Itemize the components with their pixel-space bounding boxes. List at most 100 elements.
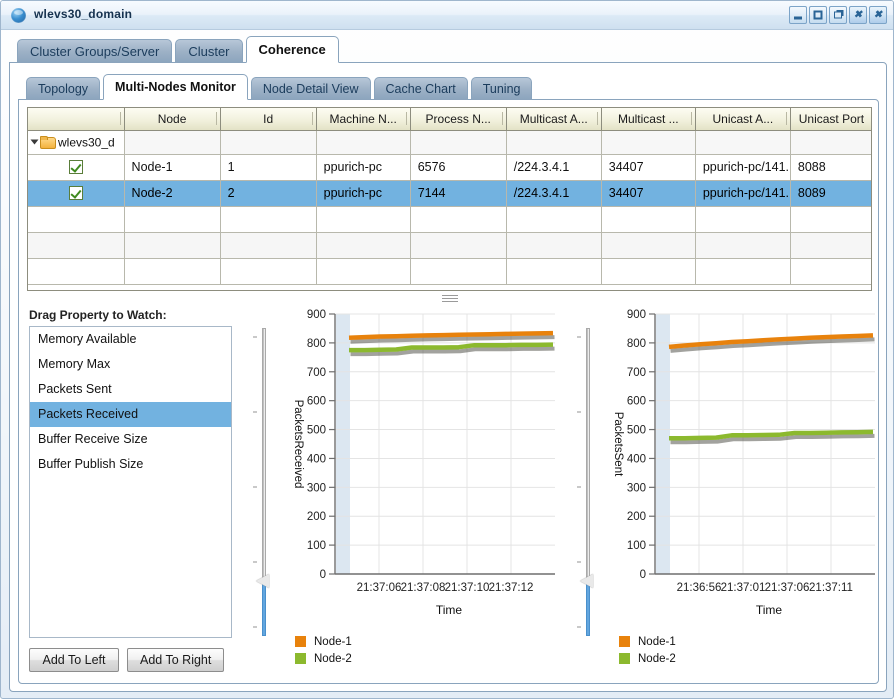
table-cell [410, 130, 507, 155]
tab-cache-chart[interactable]: Cache Chart [373, 77, 468, 100]
horizontal-splitter[interactable] [27, 293, 872, 304]
slider-fill [586, 580, 590, 636]
table-header-id[interactable]: Id [220, 108, 317, 131]
tab-coherence[interactable]: Coherence [245, 36, 339, 63]
property-item-buffer-publish-size[interactable]: Buffer Publish Size [30, 452, 231, 477]
y-tick-label: 800 [307, 338, 326, 350]
table-header-select[interactable] [28, 108, 125, 131]
column-divider[interactable] [785, 112, 787, 125]
table-cell [695, 130, 791, 155]
tab-tuning[interactable]: Tuning [470, 77, 533, 100]
table-empty-row[interactable] [28, 258, 871, 285]
slider-thumb[interactable] [580, 574, 593, 588]
table-cell [316, 232, 411, 259]
table-cell: ppurich-pc/141. [695, 154, 791, 181]
table-header-process-n[interactable]: Process N... [410, 108, 507, 131]
property-buttons: Add To Left Add To Right [29, 648, 225, 672]
table-cell [506, 130, 602, 155]
x-tick-label: 21:37:01 [721, 582, 766, 594]
y-axis-title: PacketsSent [612, 412, 624, 477]
table-empty-row[interactable] [28, 232, 871, 259]
tab-multi-nodes-monitor[interactable]: Multi-Nodes Monitor [103, 74, 248, 100]
table-tree-row[interactable]: wlevs30_d [28, 130, 871, 155]
checkbox-checked-icon[interactable] [68, 160, 83, 174]
y-tick-label: 0 [640, 569, 646, 581]
property-item-buffer-receive-size[interactable]: Buffer Receive Size [30, 427, 231, 452]
left-chart-range-slider[interactable] [253, 326, 275, 638]
y-tick-label: 700 [627, 367, 646, 379]
column-divider[interactable] [501, 112, 503, 125]
column-divider[interactable] [215, 112, 217, 125]
y-axis-title: PacketsReceived [292, 400, 304, 489]
table-header-multicast-a[interactable]: Multicast A... [506, 108, 602, 131]
expand-triangle-icon[interactable] [30, 139, 39, 145]
table-cell [695, 232, 791, 259]
table-cell [790, 232, 871, 259]
property-item-packets-sent[interactable]: Packets Sent [30, 377, 231, 402]
table-cell [124, 258, 221, 285]
column-divider[interactable] [596, 112, 598, 125]
chart-left-band [656, 314, 670, 574]
tab-cluster-groups-server[interactable]: Cluster Groups/Server [17, 39, 173, 63]
x-tick-label: 21:37:06 [765, 582, 810, 594]
y-tick-label: 0 [320, 569, 326, 581]
tab-cluster[interactable]: Cluster [175, 39, 243, 63]
tab-topology[interactable]: Topology [26, 77, 101, 100]
column-divider[interactable] [690, 112, 692, 125]
packets-received-chart: 0 100 200 300 400 500 600 700 800 900 21:37:06 21:3… [281, 304, 563, 676]
splitter-grip [441, 295, 458, 302]
row-checkbox-cell[interactable] [28, 180, 125, 207]
property-item-memory-available[interactable]: Memory Available [30, 327, 231, 352]
column-divider[interactable] [311, 112, 313, 125]
table-header-label: Multicast ... [617, 111, 679, 126]
minimize-button[interactable] [789, 6, 807, 24]
tree-node-label: wlevs30_d [58, 135, 115, 150]
close-button[interactable]: ✖ [869, 6, 887, 24]
inner-tab-bar: Topology Multi-Nodes Monitor Node Detail… [26, 74, 535, 100]
x-axis-title: Time [436, 603, 463, 617]
restore-button[interactable] [829, 6, 847, 24]
y-tick-label: 300 [307, 482, 326, 494]
table-header-multicast[interactable]: Multicast ... [601, 108, 696, 131]
table-row[interactable]: Node-1 1 ppurich-pc 6576/224.3.4.1 34407 ppur… [28, 154, 871, 181]
add-to-right-button[interactable]: Add To Right [127, 648, 225, 672]
table-cell [124, 206, 221, 233]
table-header-label: Node [157, 111, 187, 126]
table-header-machine-n[interactable]: Machine N... [316, 108, 411, 131]
row-checkbox-cell[interactable] [28, 154, 125, 181]
packets-sent-chart: 0 100 200 300 400 500 600 700 800 900 21:36:56 21:3… [601, 304, 883, 676]
legend-row: Node-1 [619, 633, 676, 650]
y-tick-label: 700 [307, 367, 326, 379]
maximize-button[interactable] [809, 6, 827, 24]
outer-tab-bar: Cluster Groups/Server Cluster Coherence [17, 36, 342, 63]
table-header-unicast-a[interactable]: Unicast A... [695, 108, 791, 131]
column-divider[interactable] [119, 112, 121, 125]
slider-thumb[interactable] [256, 574, 269, 588]
right-chart-range-slider[interactable] [577, 326, 599, 638]
table-cell: 8089 [790, 180, 871, 207]
add-to-left-button[interactable]: Add To Left [29, 648, 119, 672]
property-item-packets-received[interactable]: Packets Received [30, 402, 231, 427]
table-header-unicast-port[interactable]: Unicast Port [790, 108, 871, 131]
table-cell [410, 258, 507, 285]
table-cell [316, 130, 411, 155]
x-tick-label: 21:37:12 [489, 582, 534, 594]
y-tick-label: 900 [627, 309, 646, 321]
property-list[interactable]: Memory Available Memory Max Packets Sent Pa… [29, 326, 232, 638]
table-empty-row[interactable] [28, 206, 871, 233]
checkbox-checked-icon[interactable] [68, 186, 83, 200]
close-internal-button[interactable]: ✖ [849, 6, 867, 24]
title-bar: wlevs30_domain ✖ ✖ [1, 1, 893, 30]
tab-node-detail-view[interactable]: Node Detail View [250, 77, 371, 100]
slider-fill [262, 580, 266, 636]
y-tick-label: 400 [307, 453, 326, 465]
y-tick-label: 200 [307, 511, 326, 523]
table-header-node[interactable]: Node [124, 108, 221, 131]
table-cell: Node-1 [124, 154, 221, 181]
x-axis-title: Time [756, 603, 783, 617]
table-row[interactable]: Node-2 2 ppurich-pc 7144/224.3.4.1 34407 ppur… [28, 180, 871, 207]
property-item-memory-max[interactable]: Memory Max [30, 352, 231, 377]
folder-icon [40, 136, 56, 150]
column-divider[interactable] [405, 112, 407, 125]
table-cell: 1 [220, 154, 317, 181]
